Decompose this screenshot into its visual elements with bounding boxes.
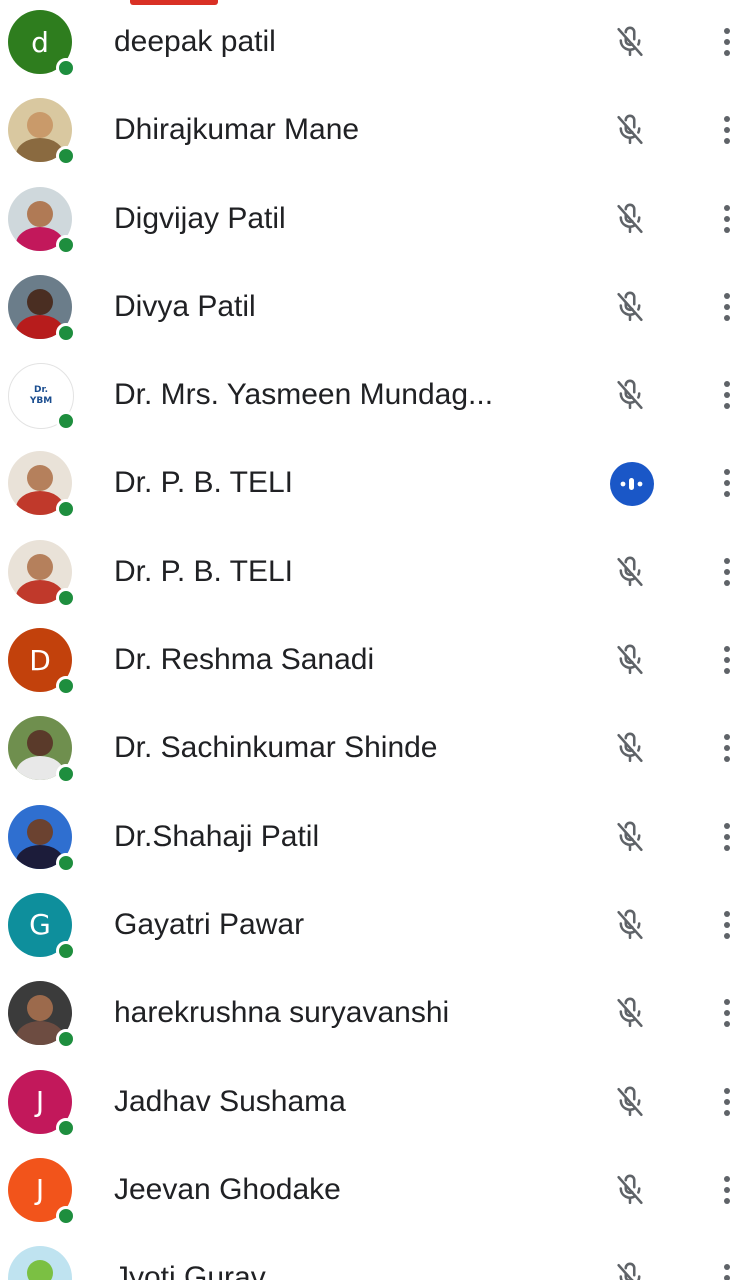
online-status-dot (56, 322, 76, 343)
more-vert-icon[interactable] (712, 1170, 742, 1210)
participant-name: Dr. Reshma Sanadi (114, 643, 375, 677)
participant-row[interactable]: G Gayatri Pawar (0, 883, 745, 971)
more-vert-icon[interactable] (712, 1082, 742, 1122)
mic-off-icon (610, 905, 650, 945)
participant-row[interactable]: d deepak patil (0, 0, 745, 88)
participant-row[interactable]: D Dr. Reshma Sanadi (0, 618, 745, 706)
more-vert-icon[interactable] (712, 463, 742, 503)
participant-name: Dr. Mrs. Yasmeen Mundag... (114, 378, 494, 412)
participants-screen: d deepak patil Dhirajkumar Mane Digvijay Pa… (0, 0, 745, 1280)
avatar (8, 1246, 74, 1280)
avatar (8, 716, 76, 785)
online-status-dot (56, 411, 76, 432)
participant-name: Gayatri Pawar (114, 907, 305, 941)
more-vert-icon[interactable] (712, 375, 742, 415)
avatar-initial-letter: d (31, 25, 49, 59)
online-status-dot (56, 940, 76, 961)
participant-row[interactable]: Dhirajkumar Mane (0, 88, 745, 176)
participant-name: Jadhav Sushama (114, 1084, 346, 1118)
mic-off-icon (610, 110, 650, 150)
participant-row[interactable]: J Jadhav Sushama (0, 1060, 745, 1148)
mic-off-icon (610, 1170, 650, 1210)
avatar-initial-letter: G (29, 908, 51, 942)
online-status-dot (56, 1205, 76, 1226)
participant-row[interactable]: Divya Patil (0, 265, 745, 353)
participant-row[interactable]: Dr.Shahaji Patil (0, 795, 745, 883)
participant-row[interactable]: harekrushna suryavanshi (0, 971, 745, 1059)
more-vert-icon[interactable] (712, 287, 742, 327)
avatar-initial-letter: J (35, 1173, 45, 1207)
participant-row[interactable]: Jyoti Gurav (0, 1236, 745, 1280)
participant-name: harekrushna suryavanshi (114, 996, 450, 1030)
online-status-dot (56, 58, 76, 78)
more-vert-icon[interactable] (712, 110, 742, 150)
more-vert-icon[interactable] (712, 1258, 742, 1280)
more-vert-icon[interactable] (712, 199, 742, 239)
participant-row[interactable]: Dr. P. B. TELI (0, 530, 745, 618)
mic-off-icon (610, 728, 650, 768)
participant-list: d deepak patil Dhirajkumar Mane Digvijay Pa… (0, 0, 745, 1280)
online-status-dot (56, 1029, 76, 1050)
avatar (8, 804, 76, 873)
mic-off-icon (610, 1258, 650, 1280)
avatar-text-line2: YBM (29, 396, 53, 407)
mic-off-icon (610, 993, 650, 1033)
avatar (8, 274, 76, 343)
participant-name: Divya Patil (114, 289, 256, 323)
avatar: d (8, 10, 76, 78)
participant-row[interactable]: Digvijay Patil (0, 177, 745, 265)
more-vert-icon[interactable] (712, 817, 742, 857)
participant-name: Dr.Shahaji Patil (114, 819, 320, 853)
more-vert-icon[interactable] (712, 905, 742, 945)
avatar: J (8, 1069, 76, 1138)
participant-row[interactable]: Dr. P. B. TELI (0, 441, 745, 529)
avatar-initial-letter: J (35, 1085, 45, 1119)
avatar (8, 451, 76, 520)
participant-name: Digvijay Patil (114, 201, 286, 235)
more-vert-icon[interactable] (712, 22, 742, 62)
online-status-dot (56, 676, 76, 697)
mic-off-icon (610, 22, 650, 62)
online-status-dot (56, 764, 76, 785)
avatar-initial-letter: D (29, 643, 51, 677)
avatar (8, 981, 76, 1050)
online-status-dot (56, 852, 76, 873)
online-status-dot (56, 146, 76, 167)
participant-row[interactable]: Dr. Sachinkumar Shinde (0, 706, 745, 794)
avatar: G (8, 892, 76, 961)
online-status-dot (56, 587, 76, 608)
participant-name: deepak patil (114, 25, 276, 58)
mic-off-icon (610, 375, 650, 415)
participant-row[interactable]: J Jeevan Ghodake (0, 1148, 745, 1236)
participant-name: Jyoti Gurav (114, 1261, 266, 1280)
speaking-indicator-icon (610, 462, 654, 507)
avatar-text-line1: Dr. (33, 385, 49, 396)
participant-row[interactable]: Dr. YBM Dr. Mrs. Yasmeen Mundag... (0, 353, 745, 441)
avatar (8, 186, 76, 255)
participant-name: Dhirajkumar Mane (114, 113, 360, 147)
avatar (8, 539, 76, 608)
mic-off-icon (610, 1082, 650, 1122)
participant-name: Dr. Sachinkumar Shinde (114, 731, 438, 765)
more-vert-icon[interactable] (712, 640, 742, 680)
avatar: Dr. YBM (8, 363, 76, 432)
online-status-dot (56, 499, 76, 520)
more-vert-icon[interactable] (712, 993, 742, 1033)
mic-off-icon (610, 817, 650, 857)
avatar (8, 98, 76, 167)
online-status-dot (56, 1117, 76, 1138)
mic-off-icon (610, 199, 650, 239)
participant-name: Dr. P. B. TELI (114, 554, 293, 588)
avatar: D (8, 628, 76, 697)
participant-name: Dr. P. B. TELI (114, 466, 293, 500)
participant-name: Jeevan Ghodake (114, 1172, 341, 1206)
mic-off-icon (610, 287, 650, 327)
more-vert-icon[interactable] (712, 552, 742, 592)
avatar-photo (8, 1246, 72, 1280)
mic-off-icon (610, 552, 650, 592)
more-vert-icon[interactable] (712, 728, 742, 768)
avatar: J (8, 1157, 76, 1226)
mic-off-icon (610, 640, 650, 680)
online-status-dot (56, 234, 76, 255)
